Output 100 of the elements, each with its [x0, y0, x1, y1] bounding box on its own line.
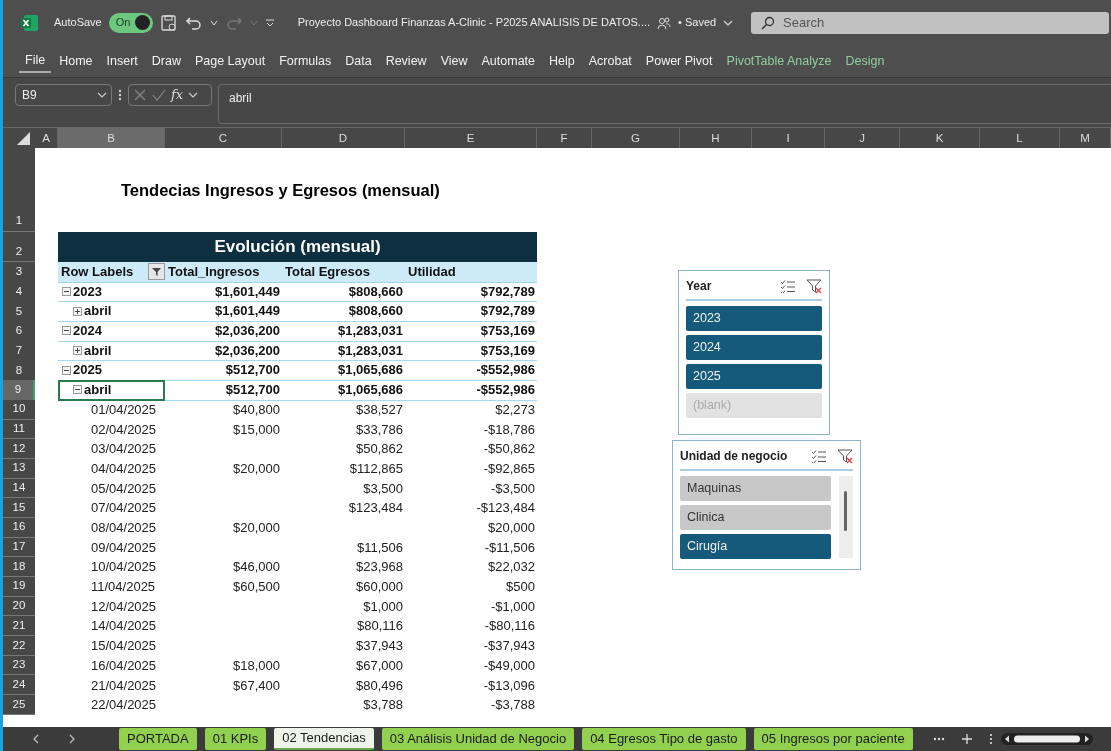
- options-icon[interactable]: [988, 733, 993, 745]
- row-header[interactable]: 23: [3, 655, 35, 676]
- ribbon-tab[interactable]: Design: [839, 49, 891, 73]
- ribbon-tab[interactable]: PivotTable Analyze: [720, 49, 838, 73]
- collapse-toggle-icon[interactable]: [73, 306, 82, 316]
- horizontal-scrollbar[interactable]: [1000, 733, 1093, 745]
- ribbon-tab[interactable]: Page Layout: [188, 49, 272, 73]
- table-cell-text: $11,506: [355, 538, 404, 557]
- more-icon[interactable]: [118, 88, 122, 102]
- add-icon[interactable]: [960, 733, 973, 745]
- table-cell: $808,660: [282, 281, 405, 303]
- row-header[interactable]: 17: [3, 537, 35, 558]
- autosave-label: AutoSave: [54, 15, 102, 31]
- insert-function-button[interactable]: fx: [171, 85, 184, 105]
- row-header[interactable]: 25: [3, 695, 35, 715]
- table-cell: -$552,986: [405, 360, 537, 381]
- search-field[interactable]: Search: [751, 11, 1109, 34]
- row-header[interactable]: 1: [3, 148, 35, 232]
- collapse-toggle-icon[interactable]: [73, 346, 82, 355]
- table-cell-text: $33,786: [355, 420, 404, 439]
- chevron-icon[interactable]: [97, 91, 107, 99]
- table-cell-text: $67,400: [232, 676, 281, 695]
- ribbon-tab[interactable]: Home: [53, 49, 99, 73]
- column-header[interactable]: B: [58, 128, 165, 150]
- row-header[interactable]: 8: [3, 360, 35, 381]
- name-box[interactable]: B9: [15, 84, 112, 106]
- row-header[interactable]: 12: [3, 439, 35, 459]
- collapse-toggle-icon[interactable]: [62, 326, 71, 336]
- row-header[interactable]: 24: [3, 675, 35, 696]
- sheet-tab[interactable]: 05 Ingresos por paciente: [753, 728, 913, 750]
- table-cell-text: $80,116: [355, 617, 404, 636]
- chevron-icon[interactable]: [188, 91, 199, 99]
- multi-select-icon[interactable]: [780, 279, 796, 293]
- more-icon[interactable]: [932, 736, 945, 742]
- row-header[interactable]: 6: [3, 321, 35, 342]
- row-header[interactable]: 11: [3, 419, 35, 440]
- collapse-toggle-icon[interactable]: [73, 385, 82, 395]
- ribbon-tab[interactable]: Formulas: [273, 49, 338, 73]
- row-header[interactable]: 13: [3, 458, 35, 479]
- slicer-item[interactable]: 2023: [686, 306, 822, 331]
- people-icon[interactable]: [657, 15, 672, 30]
- sheet-tab[interactable]: PORTADA: [119, 728, 197, 750]
- filter-button[interactable]: [148, 263, 165, 281]
- collapse-toggle-icon[interactable]: [62, 365, 71, 375]
- row-header[interactable]: 2: [3, 232, 35, 262]
- caret-icon[interactable]: [209, 18, 218, 27]
- table-cell-text: $20,000: [232, 459, 281, 478]
- row-header[interactable]: 22: [3, 636, 35, 656]
- sheet-tab[interactable]: 04 Egresos Tipo de gasto: [582, 728, 746, 750]
- slicer-item[interactable]: Maquinas: [680, 476, 831, 501]
- multi-select-icon[interactable]: [811, 449, 827, 463]
- previous-icon[interactable]: [31, 733, 41, 745]
- ribbon-tab[interactable]: Automate: [475, 49, 542, 73]
- table-cell: $1,283,031: [282, 340, 405, 362]
- vertical-scrollbar[interactable]: [839, 476, 853, 558]
- ribbon-tab[interactable]: View: [434, 49, 474, 73]
- ribbon-tab[interactable]: Acrobat: [582, 49, 638, 73]
- ribbon-tab[interactable]: Review: [379, 49, 433, 73]
- cancel-icon[interactable]: [133, 88, 147, 102]
- row-header[interactable]: 19: [3, 577, 35, 597]
- clear-filter-icon[interactable]: [837, 448, 853, 464]
- sheet-tab[interactable]: 01 KPIs: [204, 728, 267, 750]
- row-header[interactable]: 16: [3, 517, 35, 538]
- ribbon-tab[interactable]: Insert: [100, 49, 144, 73]
- ribbon-tab[interactable]: Power Pivot: [639, 49, 719, 73]
- table-cell-text: $37,943: [355, 637, 404, 656]
- row-header[interactable]: 5: [3, 301, 35, 322]
- slicer-item[interactable]: Cirugía: [680, 534, 831, 559]
- collapse-toggle-icon[interactable]: [62, 286, 71, 296]
- row-header[interactable]: 10: [3, 399, 35, 420]
- clear-filter-icon[interactable]: [806, 278, 822, 294]
- table-cell: -$552,986: [405, 380, 537, 401]
- row-header[interactable]: 9: [3, 380, 35, 401]
- slicer-item[interactable]: Clinica: [680, 505, 831, 530]
- row-header[interactable]: 14: [3, 478, 35, 499]
- table-cell: $512,700: [165, 360, 282, 381]
- ribbon-tab[interactable]: Draw: [145, 49, 187, 73]
- ribbon-tab[interactable]: Help: [543, 49, 581, 73]
- table-cell-text: -$3,788: [489, 696, 536, 715]
- row-header[interactable]: 18: [3, 557, 35, 577]
- row-header[interactable]: 3: [3, 262, 35, 283]
- sheet-tab[interactable]: 03 Análisis Unidad de Negocio: [381, 728, 575, 750]
- row-header[interactable]: 15: [3, 498, 35, 518]
- customize-icon[interactable]: [264, 17, 275, 28]
- row-header[interactable]: 21: [3, 616, 35, 637]
- row-header[interactable]: 20: [3, 596, 35, 617]
- chevron-icon[interactable]: [723, 18, 734, 27]
- next-icon[interactable]: [67, 733, 77, 745]
- document-title: Proyecto Dashboard Finanzas A-Clinic - P2025 ANALISIS DE DATOS....: [297, 15, 651, 31]
- table-cell-text: -$13,096: [482, 676, 536, 695]
- autosave-toggle[interactable]: On: [108, 12, 153, 33]
- table-cell-text: 08/04/2025: [90, 519, 158, 538]
- ribbon-tab[interactable]: Data: [339, 49, 378, 73]
- formula-field[interactable]: abril: [218, 84, 1111, 124]
- check-icon[interactable]: [152, 88, 166, 102]
- sheet-tab[interactable]: 02 Tendencias: [274, 728, 374, 750]
- row-label: abril: [84, 381, 112, 400]
- slicer-item[interactable]: 2025: [686, 364, 822, 389]
- save-icon[interactable]: [159, 13, 178, 32]
- slicer-item[interactable]: 2024: [686, 335, 822, 360]
